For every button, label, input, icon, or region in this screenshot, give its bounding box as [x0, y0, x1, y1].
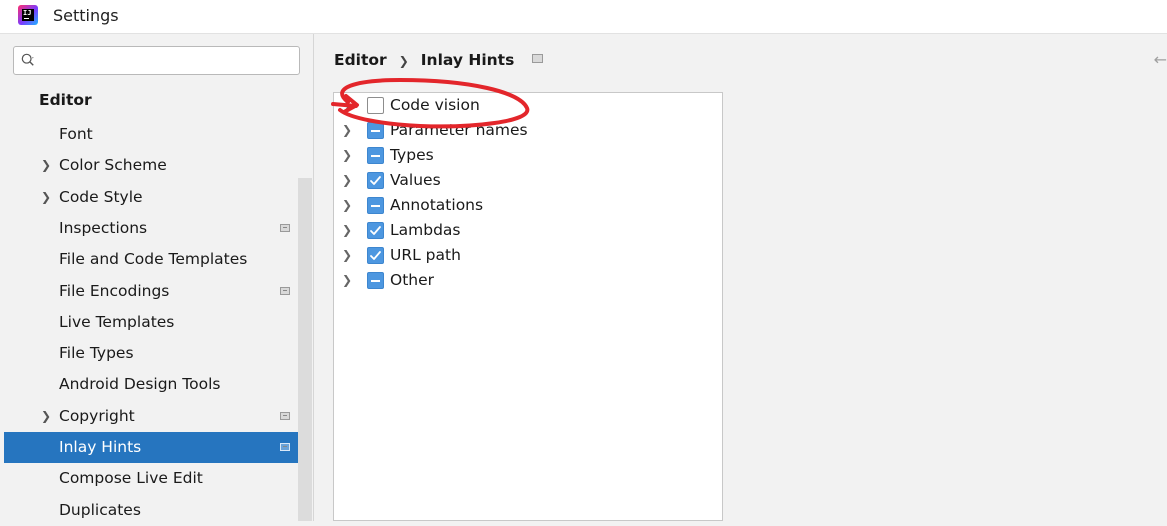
chevron-right-icon[interactable]: ❯ [342, 93, 354, 118]
sidebar-item-file-encodings[interactable]: File Encodings [4, 276, 312, 307]
sidebar-item-label: File Types [59, 344, 134, 363]
project-level-icon [532, 54, 544, 63]
breadcrumb-separator-icon: ❯ [398, 54, 409, 68]
sidebar-item-android-design-tools[interactable]: Android Design Tools [4, 369, 312, 400]
chevron-right-icon[interactable]: ❯ [342, 218, 354, 243]
intellij-logo-icon: IJ [18, 5, 38, 25]
sidebar-item-copyright[interactable]: ❯ Copyright [4, 401, 312, 432]
sidebar-item-file-types[interactable]: File Types [4, 338, 312, 369]
inlay-hints-tree-panel: ❯ Code vision ❯ Parameter names ❯ Types ❯ Value… [333, 92, 723, 521]
title-bar: IJ Settings [0, 0, 1167, 34]
breadcrumb-current: Inlay Hints [420, 51, 515, 69]
sidebar-item-label: Compose Live Edit [59, 469, 203, 488]
hint-label: Types [390, 146, 434, 164]
hint-row-annotations[interactable]: ❯ Annotations [334, 193, 722, 218]
sidebar-item-label: Code Style [59, 187, 143, 206]
chevron-right-icon[interactable]: ❯ [41, 401, 53, 432]
project-level-icon [280, 443, 290, 451]
hint-row-values[interactable]: ❯ Values [334, 168, 722, 193]
sidebar-item-compose-live-edit[interactable]: Compose Live Edit [4, 463, 312, 494]
sidebar-item-live-templates[interactable]: Live Templates [4, 307, 312, 338]
chevron-right-icon[interactable]: ❯ [342, 268, 354, 293]
sidebar-item-label: Inspections [59, 218, 148, 237]
chevron-right-icon[interactable]: ❯ [342, 118, 354, 143]
sidebar-item-label: File and Code Templates [59, 250, 248, 269]
hint-row-url-path[interactable]: ❯ URL path [334, 243, 722, 268]
breadcrumb: Editor ❯ Inlay Hints [334, 51, 544, 69]
sidebar-item-inspections[interactable]: Inspections [4, 213, 312, 244]
project-level-icon [280, 223, 290, 232]
hint-label: URL path [390, 246, 461, 264]
sidebar-scrollbar[interactable] [298, 178, 312, 521]
checkbox-checked-icon[interactable] [367, 247, 384, 264]
sidebar-item-label: Android Design Tools [59, 375, 221, 394]
sidebar-item-label: Live Templates [59, 312, 175, 331]
checkbox-partial-icon[interactable] [367, 197, 384, 214]
hint-row-code-vision[interactable]: ❯ Code vision [334, 93, 722, 118]
sidebar-item-inlay-hints[interactable]: Inlay Hints [4, 432, 312, 463]
hint-label: Lambdas [390, 221, 461, 239]
hint-label: Parameter names [390, 121, 528, 139]
hint-row-types[interactable]: ❯ Types [334, 143, 722, 168]
hint-row-lambdas[interactable]: ❯ Lambdas [334, 218, 722, 243]
checkbox-partial-icon[interactable] [367, 147, 384, 164]
checkbox-empty-icon[interactable] [367, 97, 384, 114]
project-level-icon [280, 286, 290, 295]
chevron-right-icon[interactable]: ❯ [41, 182, 53, 213]
sidebar-item-label: Font [59, 125, 93, 143]
settings-content: Editor ❯ Inlay Hints ← ❯ Code vision ❯ Parame… [314, 34, 1167, 521]
hint-label: Code vision [390, 96, 480, 114]
chevron-right-icon[interactable]: ❯ [342, 193, 354, 218]
sidebar-item-color-scheme[interactable]: ❯ Color Scheme [4, 150, 312, 181]
sidebar-item-file-and-code-templates[interactable]: File and Code Templates [4, 244, 312, 275]
checkbox-checked-icon[interactable] [367, 172, 384, 189]
sidebar-item-code-style[interactable]: ❯ Code Style [4, 182, 312, 213]
back-arrow-icon[interactable]: ← [1154, 50, 1167, 69]
chevron-right-icon[interactable]: ❯ [342, 143, 354, 168]
settings-search-input[interactable] [13, 46, 300, 75]
hint-label: Values [390, 171, 441, 189]
sidebar-item-label: Inlay Hints [59, 438, 142, 456]
search-icon [21, 53, 34, 66]
project-level-icon [280, 411, 290, 420]
chevron-right-icon[interactable]: ❯ [342, 243, 354, 268]
chevron-right-icon[interactable]: ❯ [342, 168, 354, 193]
breadcrumb-parent[interactable]: Editor [334, 51, 387, 69]
hint-label: Annotations [390, 196, 484, 214]
checkbox-partial-icon[interactable] [367, 272, 384, 289]
checkbox-checked-icon[interactable] [367, 222, 384, 239]
window-title: Settings [53, 6, 119, 25]
sidebar-section-editor[interactable]: Editor [4, 85, 312, 116]
hint-label: Other [390, 271, 435, 289]
sidebar-item-label: File Encodings [59, 281, 170, 300]
sidebar-item-font[interactable]: Font [4, 119, 312, 150]
hint-row-other[interactable]: ❯ Other [334, 268, 722, 293]
sidebar-item-label: Color Scheme [59, 156, 167, 175]
checkbox-partial-icon[interactable] [367, 122, 384, 139]
sidebar-item-label: Copyright [59, 406, 135, 425]
hint-row-parameter-names[interactable]: ❯ Parameter names [334, 118, 722, 143]
sidebar-section-label: Editor [39, 91, 92, 109]
chevron-right-icon[interactable]: ❯ [41, 150, 53, 181]
